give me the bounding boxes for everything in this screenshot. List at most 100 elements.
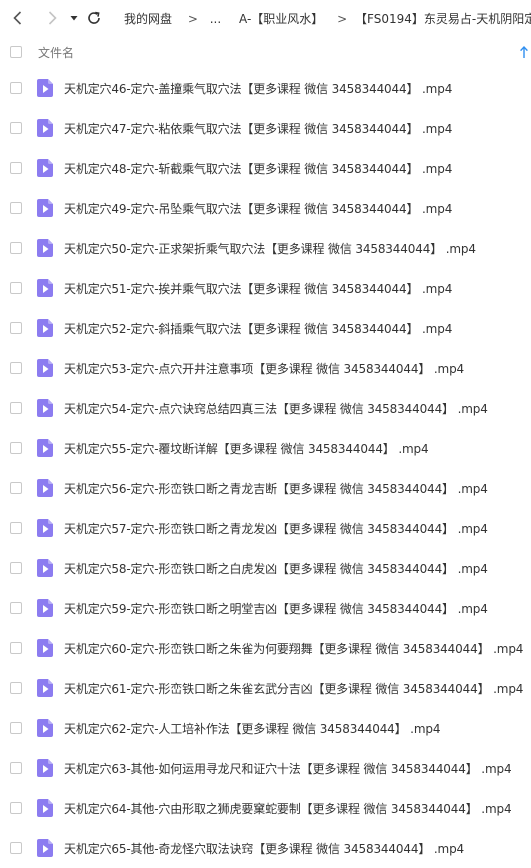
- file-row[interactable]: 天机定穴61-定穴-形峦铁口断之朱雀玄武分吉凶【更多课程 微信 34583440…: [0, 668, 531, 708]
- file-name: 天机定穴53-定穴-点穴开井注意事项【更多课程 微信 3458344044】 .…: [64, 361, 465, 376]
- arrow-up-icon[interactable]: [519, 45, 529, 59]
- file-list: 天机定穴46-定穴-盖撞乘气取穴法【更多课程 微信 3458344044】 .m…: [0, 68, 531, 868]
- back-button[interactable]: [8, 8, 28, 28]
- file-name: 天机定穴65-其他-奇龙怪穴取法诀窍【更多课程 微信 3458344044】 .…: [64, 841, 465, 856]
- file-checkbox[interactable]: [10, 242, 22, 254]
- refresh-button[interactable]: [86, 8, 102, 28]
- toolbar: 我的网盘 > ... A-【职业风水】 > 【FS0194】东灵易占-天机阴阳定…: [0, 0, 531, 36]
- file-checkbox[interactable]: [10, 442, 22, 454]
- file-checkbox[interactable]: [10, 362, 22, 374]
- file-name: 天机定穴52-定穴-斜插乘气取穴法【更多课程 微信 3458344044】 .m…: [64, 321, 453, 336]
- video-file-icon: [37, 679, 53, 697]
- filename-column-header[interactable]: 文件名: [38, 44, 74, 61]
- file-checkbox[interactable]: [10, 722, 22, 734]
- file-name: 天机定穴54-定穴-点穴诀窍总结四真三法【更多课程 微信 3458344044】…: [64, 401, 488, 416]
- file-checkbox[interactable]: [10, 562, 22, 574]
- video-file-icon: [37, 399, 53, 417]
- file-row[interactable]: 天机定穴65-其他-奇龙怪穴取法诀窍【更多课程 微信 3458344044】 .…: [0, 828, 531, 868]
- video-file-icon: [37, 559, 53, 577]
- file-name: 天机定穴51-定穴-挨并乘气取穴法【更多课程 微信 3458344044】 .m…: [64, 281, 453, 296]
- file-checkbox[interactable]: [10, 402, 22, 414]
- video-file-icon: [37, 159, 53, 177]
- file-checkbox[interactable]: [10, 762, 22, 774]
- video-file-icon: [37, 479, 53, 497]
- file-name: 天机定穴63-其他-如何运用寻龙尺和证穴十法【更多课程 微信 345834404…: [64, 761, 512, 776]
- breadcrumb-item-current: 【FS0194】东灵易占-天机阴阳定穴法: [355, 11, 531, 26]
- refresh-icon: [88, 11, 100, 24]
- file-row[interactable]: 天机定穴55-定穴-覆坟断详解【更多课程 微信 3458344044】 .mp4: [0, 428, 531, 468]
- file-checkbox[interactable]: [10, 482, 22, 494]
- caret-down-icon: [70, 16, 78, 21]
- file-row[interactable]: 天机定穴48-定穴-斩截乘气取穴法【更多课程 微信 3458344044】 .m…: [0, 148, 531, 188]
- file-row[interactable]: 天机定穴50-定穴-正求架折乘气取穴法【更多课程 微信 3458344044】 …: [0, 228, 531, 268]
- select-all-checkbox[interactable]: [10, 46, 22, 58]
- file-checkbox[interactable]: [10, 842, 22, 854]
- file-row[interactable]: 天机定穴59-定穴-形峦铁口断之明堂吉凶【更多课程 微信 3458344044】…: [0, 588, 531, 628]
- file-row[interactable]: 天机定穴46-定穴-盖撞乘气取穴法【更多课程 微信 3458344044】 .m…: [0, 68, 531, 108]
- file-checkbox[interactable]: [10, 202, 22, 214]
- video-file-icon: [37, 519, 53, 537]
- file-checkbox[interactable]: [10, 642, 22, 654]
- file-checkbox[interactable]: [10, 82, 22, 94]
- file-row[interactable]: 天机定穴60-定穴-形峦铁口断之朱雀为何要翔舞【更多课程 微信 34583440…: [0, 628, 531, 668]
- file-row[interactable]: 天机定穴57-定穴-形峦铁口断之青龙发凶【更多课程 微信 3458344044】…: [0, 508, 531, 548]
- video-file-icon: [37, 639, 53, 657]
- breadcrumb-item-ellipsis[interactable]: ...: [210, 12, 221, 26]
- video-file-icon: [37, 839, 53, 857]
- breadcrumb-item-root[interactable]: 我的网盘: [124, 10, 172, 27]
- file-name: 天机定穴57-定穴-形峦铁口断之青龙发凶【更多课程 微信 3458344044】…: [64, 521, 488, 536]
- file-row[interactable]: 天机定穴56-定穴-形峦铁口断之青龙吉断【更多课程 微信 3458344044】…: [0, 468, 531, 508]
- file-checkbox[interactable]: [10, 602, 22, 614]
- file-row[interactable]: 天机定穴54-定穴-点穴诀窍总结四真三法【更多课程 微信 3458344044】…: [0, 388, 531, 428]
- file-name: 天机定穴64-其他-穴由形取之狮虎要窠蛇要制【更多课程 微信 345834404…: [64, 801, 512, 816]
- video-file-icon: [37, 439, 53, 457]
- file-row[interactable]: 天机定穴62-定穴-人工培补作法【更多课程 微信 3458344044】 .mp…: [0, 708, 531, 748]
- file-name: 天机定穴61-定穴-形峦铁口断之朱雀玄武分吉凶【更多课程 微信 34583440…: [64, 681, 524, 696]
- file-checkbox[interactable]: [10, 282, 22, 294]
- forward-button[interactable]: [42, 8, 62, 28]
- file-row[interactable]: 天机定穴58-定穴-形峦铁口断之白虎发凶【更多课程 微信 3458344044】…: [0, 548, 531, 588]
- file-row[interactable]: 天机定穴47-定穴-粘依乘气取穴法【更多课程 微信 3458344044】 .m…: [0, 108, 531, 148]
- file-name: 天机定穴46-定穴-盖撞乘气取穴法【更多课程 微信 3458344044】 .m…: [64, 81, 453, 96]
- file-row[interactable]: 天机定穴51-定穴-挨并乘气取穴法【更多课程 微信 3458344044】 .m…: [0, 268, 531, 308]
- file-row[interactable]: 天机定穴64-其他-穴由形取之狮虎要窠蛇要制【更多课程 微信 345834404…: [0, 788, 531, 828]
- chevron-right-icon: [48, 11, 57, 25]
- chevron-left-icon: [13, 11, 22, 25]
- video-file-icon: [37, 319, 53, 337]
- file-checkbox[interactable]: [10, 162, 22, 174]
- file-name: 天机定穴55-定穴-覆坟断详解【更多课程 微信 3458344044】 .mp4: [64, 441, 429, 456]
- video-file-icon: [37, 279, 53, 297]
- video-file-icon: [37, 199, 53, 217]
- video-file-icon: [37, 79, 53, 97]
- file-name: 天机定穴50-定穴-正求架折乘气取穴法【更多课程 微信 3458344044】 …: [64, 241, 476, 256]
- breadcrumb-separator: >: [337, 11, 348, 26]
- file-name: 天机定穴49-定穴-吊坠乘气取穴法【更多课程 微信 3458344044】 .m…: [64, 201, 453, 216]
- file-checkbox[interactable]: [10, 322, 22, 334]
- video-file-icon: [37, 359, 53, 377]
- file-name: 天机定穴59-定穴-形峦铁口断之明堂吉凶【更多课程 微信 3458344044】…: [64, 601, 488, 616]
- video-file-icon: [37, 799, 53, 817]
- file-name: 天机定穴48-定穴-斩截乘气取穴法【更多课程 微信 3458344044】 .m…: [64, 161, 453, 176]
- breadcrumb: 我的网盘 > ... A-【职业风水】 > 【FS0194】东灵易占-天机阴阳定…: [124, 10, 531, 27]
- video-file-icon: [37, 119, 53, 137]
- file-checkbox[interactable]: [10, 682, 22, 694]
- file-checkbox[interactable]: [10, 122, 22, 134]
- video-file-icon: [37, 239, 53, 257]
- file-name: 天机定穴56-定穴-形峦铁口断之青龙吉断【更多课程 微信 3458344044】…: [64, 481, 488, 496]
- file-row[interactable]: 天机定穴52-定穴-斜插乘气取穴法【更多课程 微信 3458344044】 .m…: [0, 308, 531, 348]
- video-file-icon: [37, 599, 53, 617]
- list-header: 文件名: [0, 36, 531, 68]
- file-checkbox[interactable]: [10, 802, 22, 814]
- file-row[interactable]: 天机定穴53-定穴-点穴开井注意事项【更多课程 微信 3458344044】 .…: [0, 348, 531, 388]
- video-file-icon: [37, 759, 53, 777]
- file-checkbox[interactable]: [10, 522, 22, 534]
- breadcrumb-item-category[interactable]: A-【职业风水】: [239, 10, 323, 27]
- file-name: 天机定穴60-定穴-形峦铁口断之朱雀为何要翔舞【更多课程 微信 34583440…: [64, 641, 524, 656]
- video-file-icon: [37, 719, 53, 737]
- file-name: 天机定穴62-定穴-人工培补作法【更多课程 微信 3458344044】 .mp…: [64, 721, 441, 736]
- file-row[interactable]: 天机定穴49-定穴-吊坠乘气取穴法【更多课程 微信 3458344044】 .m…: [0, 188, 531, 228]
- file-name: 天机定穴47-定穴-粘依乘气取穴法【更多课程 微信 3458344044】 .m…: [64, 121, 453, 136]
- file-row[interactable]: 天机定穴63-其他-如何运用寻龙尺和证穴十法【更多课程 微信 345834404…: [0, 748, 531, 788]
- history-dropdown-button[interactable]: [68, 8, 80, 28]
- file-name: 天机定穴58-定穴-形峦铁口断之白虎发凶【更多课程 微信 3458344044】…: [64, 561, 488, 576]
